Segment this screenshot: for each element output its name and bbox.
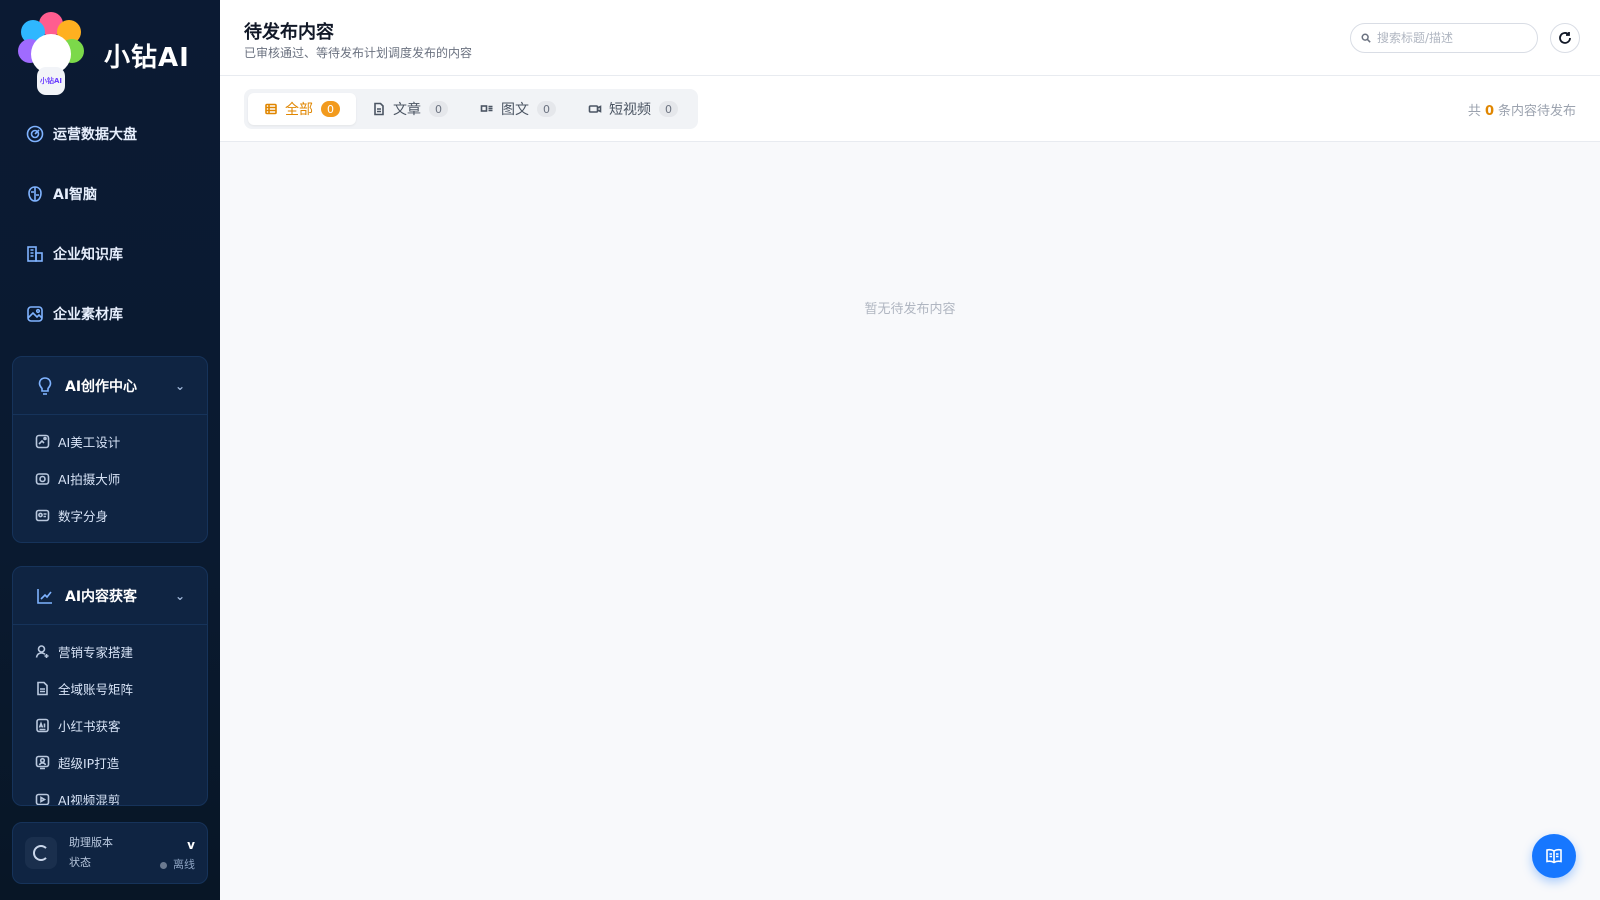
logo-badge: 小钻AI [37,67,65,95]
tab-count-badge: 0 [537,101,556,117]
spinner-ring [33,845,49,861]
brand[interactable]: 小钻AI 小钻AI [18,12,190,98]
nav-item-asset-library[interactable]: 企业素材库 [0,284,220,344]
search-input[interactable] [1377,31,1527,45]
sub-item-label: 营销专家搭建 [58,645,134,660]
book-icon [1544,846,1564,866]
empty-state: 暂无待发布内容 [864,302,956,317]
sub-item-label: 全域账号矩阵 [58,682,134,697]
total-suffix: 条内容待发布 [1497,104,1576,119]
tab-label: 全部 [285,102,313,118]
sub-item-label: AI美工设计 [58,435,121,450]
camera-icon [35,471,50,486]
nav-item-dashboard[interactable]: 运营数据大盘 [0,104,220,164]
nav-item-label: AI智脑 [53,187,98,203]
avatar-card-icon [35,508,50,523]
group-ai-acquisition: AI内容获客 ⌄ 营销专家搭建 全域账号矩阵 小红书获客 超级IP打造 AI视频… [12,566,208,806]
status-values: v 离线 [160,835,195,875]
sub-item-label: AI视频混剪 [58,793,121,806]
ai-box-icon [35,718,50,733]
sub-item-label: AI拍摄大师 [58,472,121,487]
nav-item-ai-brain[interactable]: AI智脑 [0,164,220,224]
nav-item-label: 运营数据大盘 [53,127,137,143]
assistant-status-card[interactable]: 助理版本 状态 v 离线 [12,822,208,884]
image-icon [26,305,44,323]
main-content: 待发布内容 已审核通过、等待发布计划调度发布的内容 全部 0 文章 0 图文 [220,0,1600,900]
total-prefix: 共 [1467,104,1481,119]
state-value: 离线 [173,858,195,871]
chart-icon [35,586,55,606]
tab-count-badge: 0 [659,101,678,117]
sub-item-account-matrix[interactable]: 全域账号矩阵 [13,670,207,707]
nav-item-label: 企业知识库 [53,247,123,263]
filter-bar: 全部 0 文章 0 图文 0 短视频 0 共 0 条内容待发布 [220,76,1600,142]
version-label: 助理版本 [69,836,113,849]
search-icon [1361,33,1371,43]
version-value: v [187,838,195,852]
document-icon [372,102,386,116]
help-docs-button[interactable] [1532,834,1576,878]
group-title: AI内容获客 [65,588,138,605]
sub-item-digital-avatar[interactable]: 数字分身 [13,497,207,534]
tab-article[interactable]: 文章 0 [356,93,464,125]
brand-logo: 小钻AI [18,12,84,98]
chevron-down-icon[interactable]: ⌄ [175,379,185,393]
main-nav: 运营数据大盘 AI智脑 企业知识库 企业素材库 [0,104,220,344]
sub-list: AI美工设计 AI拍摄大师 数字分身 [13,415,207,542]
sub-item-ai-design[interactable]: AI美工设计 [13,423,207,460]
state-value-wrap: 离线 [160,855,195,875]
total-count: 0 [1484,104,1494,119]
building-icon [26,245,44,263]
pending-total: 共 0 条内容待发布 [1468,100,1576,119]
design-icon [35,434,50,449]
brain-icon [26,185,44,203]
page-subtitle: 已审核通过、等待发布计划调度发布的内容 [244,46,473,60]
tab-count-badge: 0 [429,101,448,117]
tab-count-badge: 0 [321,101,340,117]
group-ai-creation-header[interactable]: AI创作中心 ⌄ [13,357,207,415]
chevron-down-icon[interactable]: ⌄ [175,589,185,603]
video-icon [35,792,50,805]
sub-item-ai-video-mix[interactable]: AI视频混剪 [13,781,207,806]
content-type-tabs: 全部 0 文章 0 图文 0 短视频 0 [244,89,698,129]
page-header: 待发布内容 已审核通过、等待发布计划调度发布的内容 [220,0,1600,76]
nav-item-knowledge-base[interactable]: 企业知识库 [0,224,220,284]
refresh-icon [1558,31,1572,45]
tab-label: 短视频 [609,102,651,118]
group-title: AI创作中心 [65,378,138,395]
sub-item-ai-photo[interactable]: AI拍摄大师 [13,460,207,497]
status-labels: 助理版本 状态 [69,833,113,873]
sidebar: 小钻AI 小钻AI 运营数据大盘 AI智脑 企业知识库 企业素材库 AI创作中心… [0,0,220,900]
group-ai-creation: AI创作中心 ⌄ AI美工设计 AI拍摄大师 数字分身 [12,356,208,543]
tab-image-text[interactable]: 图文 0 [464,93,572,125]
offline-dot-icon [160,861,167,869]
ip-icon [35,755,50,770]
bulb-icon [35,376,55,396]
sub-item-label: 小红书获客 [58,719,121,734]
page-title: 待发布内容 [244,22,334,43]
state-label: 状态 [69,856,91,869]
sub-item-xiaohongshu[interactable]: 小红书获客 [13,707,207,744]
tab-label: 图文 [501,102,529,118]
file-icon [35,681,50,696]
image-text-icon [480,102,494,116]
nav-item-label: 企业素材库 [53,307,123,323]
tab-short-video[interactable]: 短视频 0 [572,93,694,125]
tab-all[interactable]: 全部 0 [248,93,356,125]
loading-spinner-icon [25,837,57,869]
user-add-icon [35,644,50,659]
sub-item-label: 数字分身 [58,509,109,524]
refresh-button[interactable] [1550,23,1580,53]
brand-name: 小钻AI [104,42,190,73]
sub-item-super-ip[interactable]: 超级IP打造 [13,744,207,781]
group-ai-acquisition-header[interactable]: AI内容获客 ⌄ [13,567,207,625]
video-camera-icon [588,102,602,116]
list-icon [264,102,278,116]
sub-item-marketing-expert[interactable]: 营销专家搭建 [13,633,207,670]
sub-item-label: 超级IP打造 [58,756,120,771]
search-box[interactable] [1350,23,1538,53]
tab-label: 文章 [393,102,421,118]
dashboard-icon [26,125,44,143]
sub-list: 营销专家搭建 全域账号矩阵 小红书获客 超级IP打造 AI视频混剪 [13,625,207,806]
